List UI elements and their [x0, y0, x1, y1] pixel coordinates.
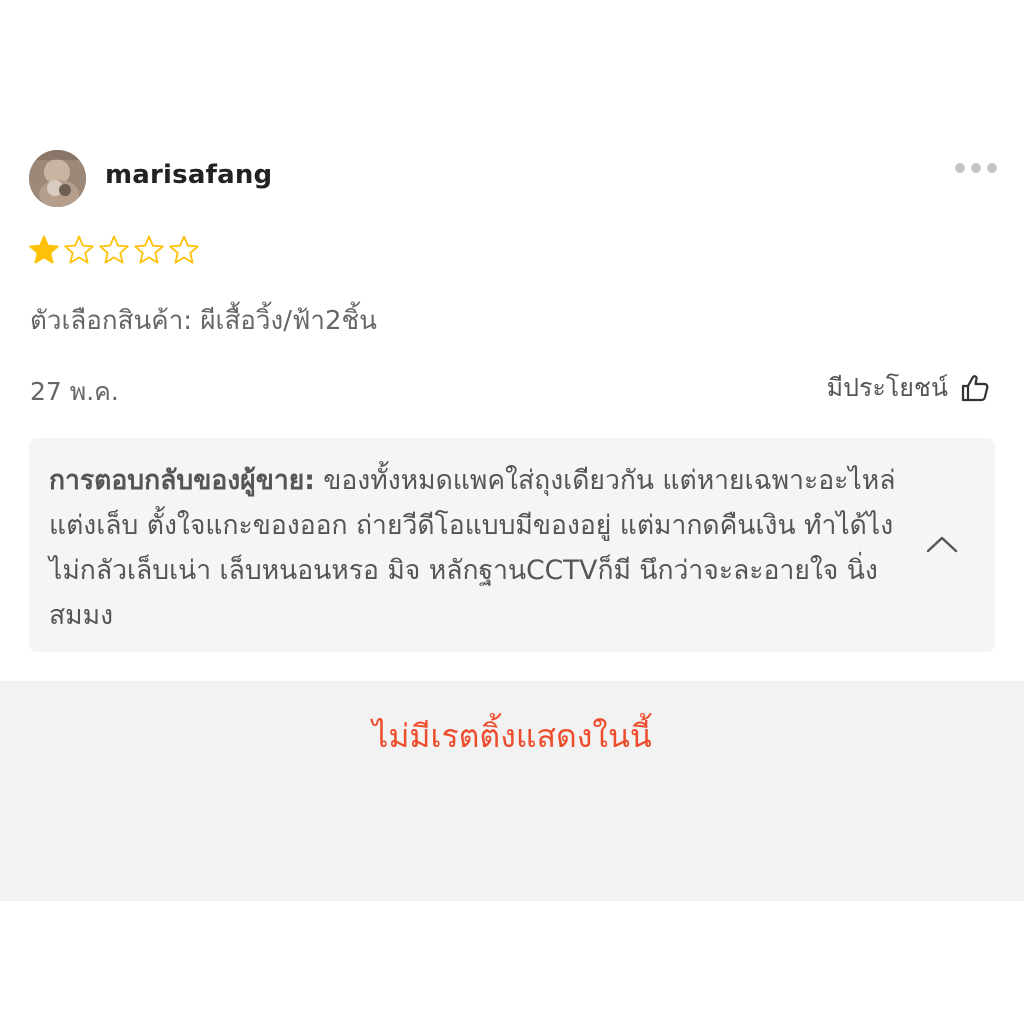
more-options-button[interactable] — [953, 158, 997, 178]
seller-reply-text: การตอบกลับของผู้ขาย: ของทั้งหมดแพคใส่ถุง… — [49, 458, 909, 638]
helpful-label: มีประโยชน์ — [826, 373, 948, 402]
star-filled-icon — [29, 235, 59, 264]
empty-ratings-message: ไม่มีเรตติ้งแสดงในนี้ — [372, 717, 652, 755]
review-date: 27 พ.ค. — [30, 377, 119, 406]
chevron-up-icon[interactable] — [925, 533, 959, 555]
avatar-photo-icon — [29, 150, 86, 207]
empty-ratings-section: ไม่มีเรตติ้งแสดงในนี้ — [0, 681, 1024, 901]
seller-reply: การตอบกลับของผู้ขาย: ของทั้งหมดแพคใส่ถุง… — [29, 438, 995, 652]
username[interactable]: marisafang — [105, 160, 272, 190]
thumbs-up-icon — [961, 375, 989, 402]
seller-reply-label: การตอบกลับของผู้ขาย: — [49, 465, 315, 496]
helpful-button[interactable]: มีประโยชน์ — [827, 368, 990, 408]
star-rating — [28, 234, 200, 268]
star-empty-icon — [134, 235, 164, 264]
user-avatar[interactable] — [29, 150, 86, 207]
star-empty-icon — [99, 235, 129, 264]
review-card: marisafang ตัวเลือกสินค้า: ผีเสื้อวิ้ง/ฟ… — [0, 0, 1024, 680]
product-variation: ตัวเลือกสินค้า: ผีเสื้อวิ้ง/ฟ้า2ชิ้น — [30, 306, 377, 336]
star-empty-icon — [169, 235, 199, 264]
star-empty-icon — [64, 235, 94, 264]
